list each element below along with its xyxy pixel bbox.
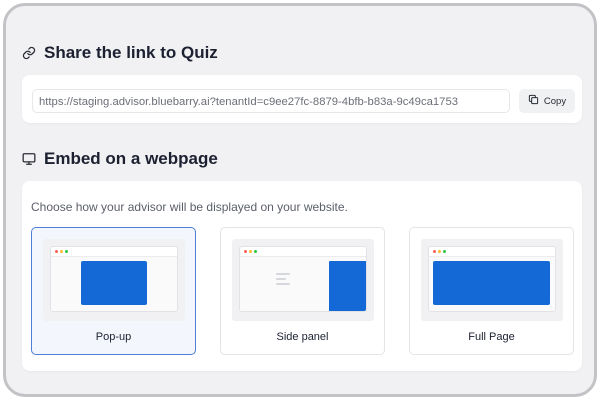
full-page-block (433, 261, 550, 305)
browser-window-mock (239, 246, 367, 312)
share-title-text: Share the link to Quiz (44, 43, 218, 62)
copy-button[interactable]: Copy (519, 89, 575, 113)
popup-preview (43, 239, 185, 321)
share-link-card: https://staging.advisor.bluebarry.ai?ten… (22, 75, 582, 123)
embed-title-text: Embed on a webpage (44, 149, 218, 168)
browser-window-mock (50, 246, 178, 312)
share-section-title: Share the link to Quiz (22, 43, 218, 63)
side-panel-preview (232, 239, 374, 321)
option-side-panel[interactable]: Side panel (220, 227, 385, 355)
copy-button-label: Copy (543, 95, 567, 107)
option-full-page[interactable]: Full Page (409, 227, 574, 355)
option-full-page-label: Full Page (468, 331, 515, 343)
embed-card: Choose how your advisor will be displaye… (22, 181, 582, 371)
share-link-field[interactable]: https://staging.advisor.bluebarry.ai?ten… (32, 89, 510, 113)
option-popup[interactable]: Pop-up (31, 227, 196, 355)
popup-block (81, 261, 147, 305)
embed-section-title: Embed on a webpage (22, 149, 218, 169)
option-popup-label: Pop-up (95, 331, 132, 343)
option-side-panel-label: Side panel (276, 331, 329, 343)
link-icon (22, 46, 36, 60)
side-panel-block (329, 261, 366, 311)
monitor-icon (22, 152, 36, 166)
browser-window-mock (428, 246, 556, 312)
copy-icon (528, 94, 539, 108)
content-lines (276, 273, 290, 288)
embed-description: Choose how your advisor will be displaye… (31, 200, 348, 214)
full-page-preview (421, 239, 563, 321)
app-frame: Share the link to Quiz https://staging.a… (3, 3, 597, 397)
